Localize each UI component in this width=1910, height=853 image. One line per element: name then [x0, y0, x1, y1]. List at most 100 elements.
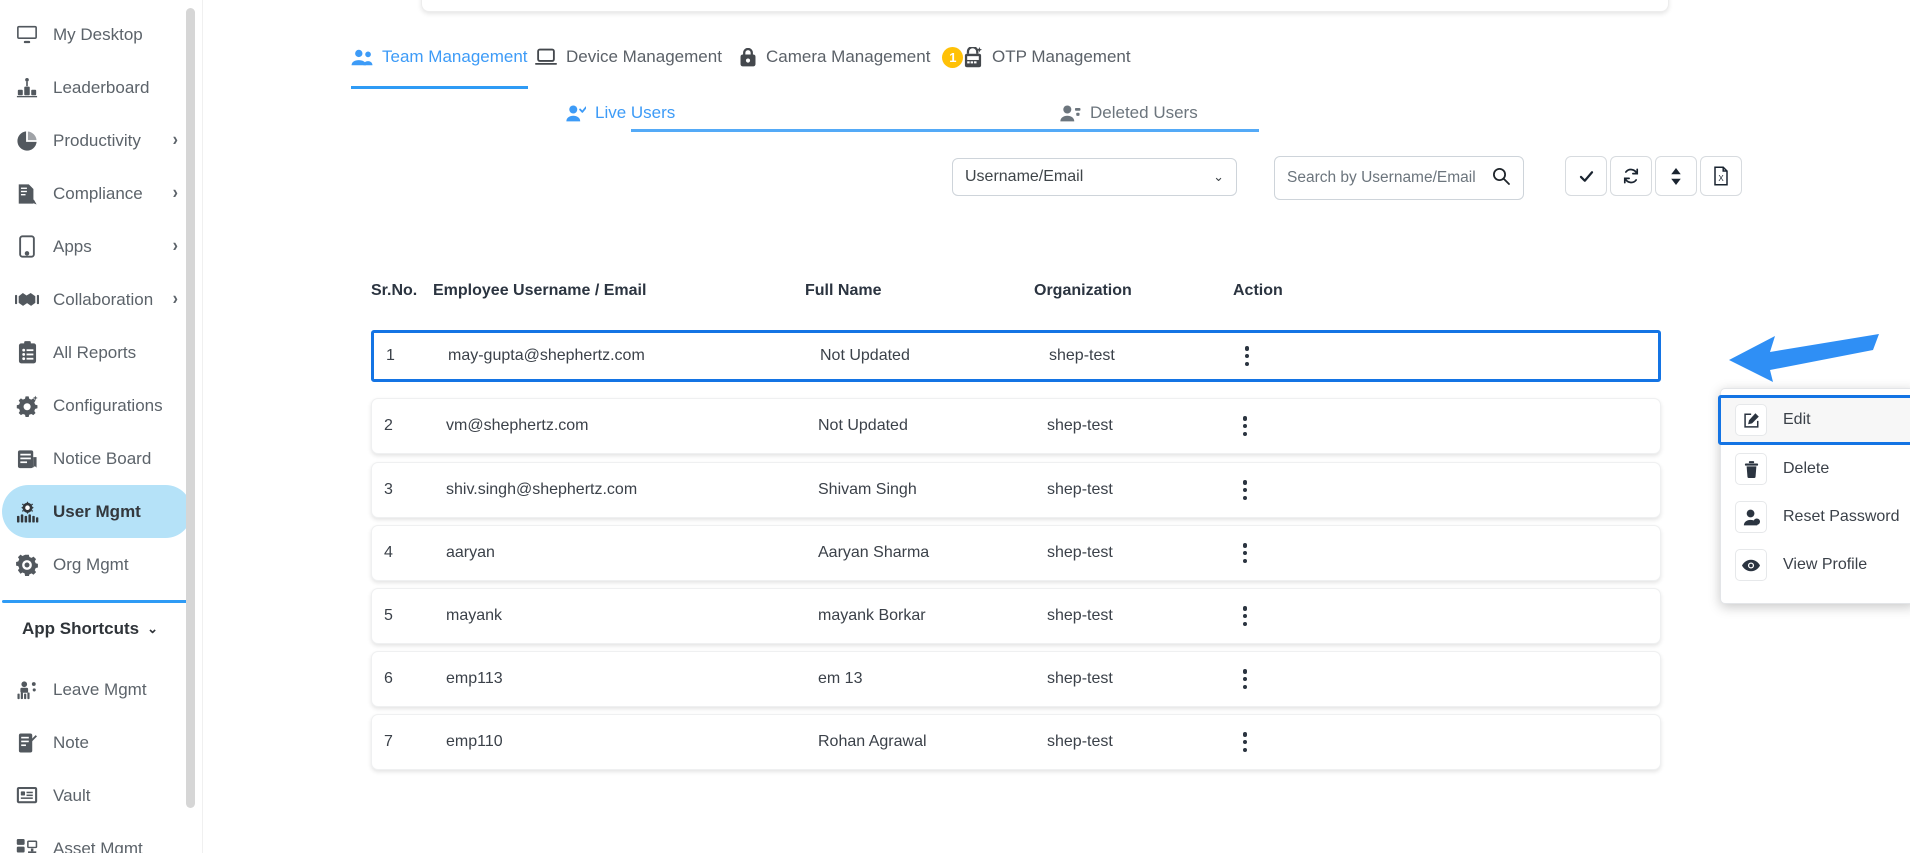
leave-mgmt-icon: [12, 678, 42, 702]
sidebar-item-label: User Mgmt: [53, 501, 141, 521]
context-menu-item-reset-password[interactable]: Reset Password: [1721, 493, 1910, 541]
table-row[interactable]: 4 aaryan Aaryan Sharma shep-test: [371, 525, 1661, 581]
table-row[interactable]: 5 mayank mayank Borkar shep-test: [371, 588, 1661, 644]
tab-device-management[interactable]: Device Management: [535, 34, 722, 80]
cell-organization: shep-test: [1047, 670, 1113, 687]
context-menu-item-delete[interactable]: Delete: [1721, 445, 1910, 493]
sidebar-shortcut-label: Leave Mgmt: [53, 679, 147, 699]
sidebar-item-label: My Desktop: [53, 24, 143, 44]
sidebar-item-notice-board[interactable]: Notice Board: [2, 432, 192, 485]
sidebar-item-my-desktop[interactable]: My Desktop: [2, 8, 192, 61]
compliance-icon: [12, 182, 42, 206]
column-header-action: Action: [1233, 282, 1283, 299]
cell-srno: 7: [384, 733, 393, 750]
sidebar-item-apps[interactable]: Apps ›: [2, 220, 192, 273]
row-action-kebab-icon[interactable]: [1236, 344, 1258, 368]
sidebar-item-configurations[interactable]: Configurations: [2, 379, 192, 432]
sidebar-shortcut-vault[interactable]: Vault: [2, 769, 192, 822]
cell-username: mayank: [446, 607, 503, 624]
filter-type-value: Username/Email: [965, 168, 1084, 185]
context-menu-item-edit[interactable]: Edit: [1718, 395, 1910, 445]
camera-icon: [739, 47, 757, 67]
sidebar-section-app-shortcuts[interactable]: App Shortcuts ⌄: [0, 603, 202, 655]
chevron-right-icon: ›: [172, 289, 178, 309]
sidebar-item-collaboration[interactable]: Collaboration ›: [2, 273, 192, 326]
note-icon: [12, 731, 42, 755]
export-excel-button[interactable]: X: [1700, 156, 1742, 196]
cell-srno: 5: [384, 607, 393, 624]
table-controls: Username/Email ⌄ Search by Username/Emai…: [203, 156, 1742, 208]
sidebar: My Desktop Leaderboard Productivity › Compli…: [0, 0, 203, 853]
search-input[interactable]: [1287, 169, 1491, 187]
cell-srno: 4: [384, 544, 393, 561]
tab-camera-management[interactable]: Camera Management 1: [739, 34, 964, 80]
chevron-right-icon: ›: [172, 183, 178, 203]
table-row[interactable]: 7 emp110 Rohan Agrawal shep-test: [371, 714, 1661, 770]
tab-team-management[interactable]: Team Management: [351, 34, 528, 89]
sidebar-shortcuts-list: Leave Mgmt Note Vault Asset Mgmt: [0, 655, 202, 853]
cell-fullname: Not Updated: [818, 417, 908, 434]
eye-icon: [1735, 549, 1767, 581]
column-header-username: Employee Username / Email: [433, 282, 647, 299]
cell-fullname: Not Updated: [820, 347, 910, 364]
sidebar-shortcut-note[interactable]: Note: [2, 716, 192, 769]
subtab-live-users[interactable]: Live Users: [566, 94, 675, 132]
edit-pencil-icon: [1735, 404, 1767, 436]
table-row[interactable]: 1 may-gupta@shephertz.com Not Updated shep-…: [371, 330, 1661, 382]
context-menu-item-label: Edit: [1783, 411, 1811, 428]
cell-username: shiv.singh@shephertz.com: [446, 481, 638, 498]
sidebar-item-org-mgmt[interactable]: Org Mgmt: [2, 538, 192, 591]
row-action-kebab-icon[interactable]: [1234, 478, 1256, 502]
team-icon: [351, 49, 373, 66]
sidebar-shortcut-label: Vault: [53, 785, 91, 805]
sidebar-item-productivity[interactable]: Productivity ›: [2, 114, 192, 167]
context-menu-item-label: Delete: [1783, 460, 1830, 477]
sidebar-item-compliance[interactable]: Compliance ›: [2, 167, 192, 220]
column-header-srno: Sr.No.: [371, 282, 418, 299]
sidebar-scrollbar[interactable]: [186, 0, 195, 853]
notice-board-icon: [12, 447, 42, 471]
cell-username: aaryan: [446, 544, 495, 561]
pie-chart-icon: [12, 129, 42, 153]
sidebar-item-user-mgmt[interactable]: User Mgmt: [2, 485, 192, 538]
row-action-kebab-icon[interactable]: [1234, 414, 1256, 438]
table-header-row: Sr.No. Employee Username / Email Full Na…: [371, 282, 1671, 308]
row-action-kebab-icon[interactable]: [1234, 541, 1256, 565]
user-check-icon: [566, 105, 586, 122]
row-action-kebab-icon[interactable]: [1234, 730, 1256, 754]
app-root: My Desktop Leaderboard Productivity › Compli…: [0, 0, 1910, 853]
cell-organization: shep-test: [1047, 417, 1113, 434]
row-action-kebab-icon[interactable]: [1234, 667, 1256, 691]
sidebar-item-label: Collaboration: [53, 289, 154, 309]
row-action-kebab-icon[interactable]: [1234, 604, 1256, 628]
search-icon[interactable]: [1491, 166, 1511, 191]
apply-check-button[interactable]: [1565, 156, 1607, 196]
sidebar-item-all-reports[interactable]: All Reports: [2, 326, 192, 379]
tab-active-underline: [351, 86, 528, 89]
sidebar-item-label: Productivity: [53, 130, 141, 150]
sidebar-shortcut-asset-mgmt[interactable]: Asset Mgmt: [2, 822, 192, 853]
cell-username: emp113: [446, 670, 503, 687]
table-row[interactable]: 2 vm@shephertz.com Not Updated shep-test: [371, 398, 1661, 454]
search-box[interactable]: [1274, 156, 1524, 200]
table-row[interactable]: 3 shiv.singh@shephertz.com Shivam Singh she…: [371, 462, 1661, 518]
context-menu-item-label: View Profile: [1783, 556, 1868, 573]
subtab-label: Deleted Users: [1090, 103, 1198, 122]
primary-tab-bar: Team Management Device Management Camera M…: [203, 34, 1703, 89]
cell-organization: shep-test: [1047, 481, 1113, 498]
table-row[interactable]: 6 emp113 em 13 shep-test: [371, 651, 1661, 707]
refresh-button[interactable]: [1610, 156, 1652, 196]
sidebar-item-leaderboard[interactable]: Leaderboard: [2, 61, 192, 114]
sub-tab-underline: [631, 129, 1259, 132]
otp-icon: [963, 46, 983, 68]
tab-otp-management[interactable]: OTP Management: [963, 34, 1131, 80]
user-minus-icon: [1060, 104, 1081, 122]
context-menu-item-view-profile[interactable]: View Profile: [1721, 541, 1910, 589]
filter-type-select[interactable]: Username/Email ⌄: [952, 158, 1237, 196]
sort-button[interactable]: [1655, 156, 1697, 196]
cell-organization: shep-test: [1047, 544, 1113, 561]
sidebar-shortcut-leave-mgmt[interactable]: Leave Mgmt: [2, 663, 192, 716]
subtab-deleted-users[interactable]: Deleted Users: [1060, 94, 1198, 132]
sidebar-scrollbar-thumb[interactable]: [186, 8, 195, 808]
sidebar-item-label: Org Mgmt: [53, 554, 129, 574]
